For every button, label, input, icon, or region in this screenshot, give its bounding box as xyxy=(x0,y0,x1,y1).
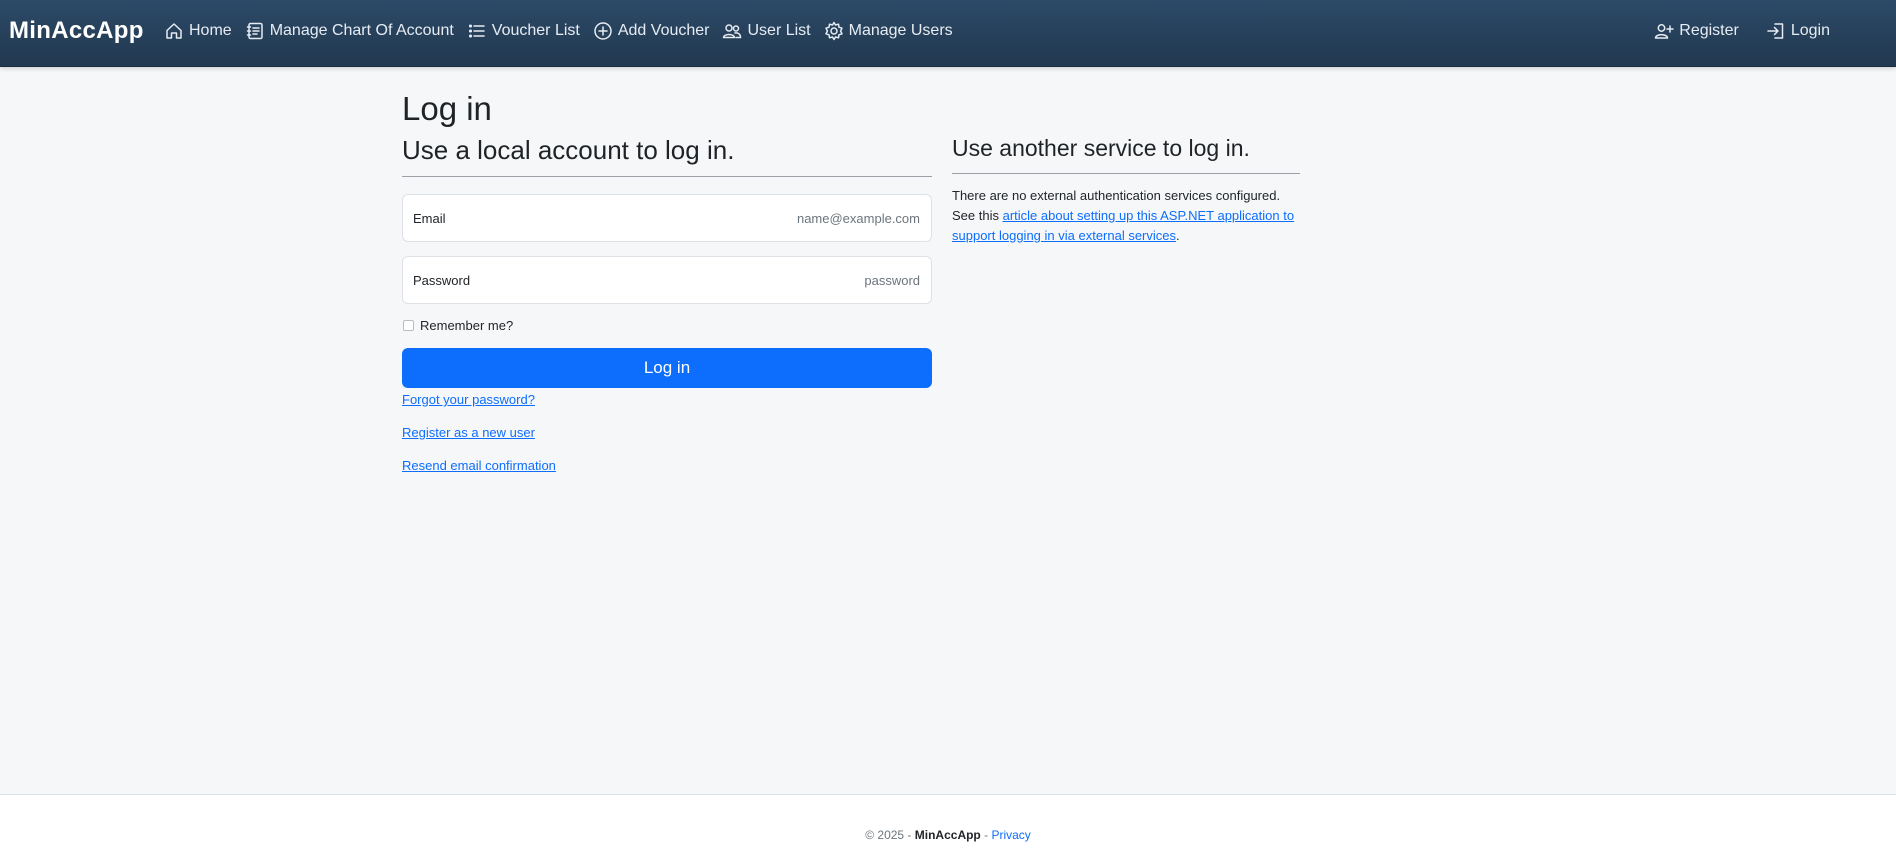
external-info-prefix: See this xyxy=(952,208,1003,223)
nav-manage-users-label: Manage Users xyxy=(848,22,953,39)
local-account-heading: Use a local account to log in. xyxy=(402,135,735,165)
password-label: Password xyxy=(413,272,471,288)
remember-me-row: Remember me? xyxy=(402,318,513,333)
resend-email-confirmation-link[interactable]: Resend email confirmation xyxy=(402,458,556,473)
nav-voucher-list[interactable]: Voucher List xyxy=(467,21,580,41)
nav-add-voucher[interactable]: Add Voucher xyxy=(593,21,710,41)
page-title: Log in xyxy=(402,90,492,127)
box-arrow-in-icon xyxy=(1767,23,1784,39)
forgot-password-link[interactable]: Forgot your password? xyxy=(402,392,535,407)
footer: © 2025 - MinAccApp - Privacy xyxy=(0,794,1896,867)
password-field[interactable]: Password password xyxy=(402,256,932,304)
local-login-section: Use a local account to log in. Email nam… xyxy=(402,135,932,473)
nav-login-label: Login xyxy=(1790,22,1830,39)
remember-me-label[interactable]: Remember me? xyxy=(420,318,513,333)
email-label: Email xyxy=(413,210,446,226)
footer-separator: - xyxy=(980,828,992,842)
external-login-section: Use another service to log in. There are… xyxy=(952,135,1300,246)
footer-copyright: © 2025 - xyxy=(865,828,915,842)
people-icon xyxy=(723,24,742,39)
external-divider xyxy=(952,173,1300,174)
email-field[interactable]: Email name@example.com xyxy=(402,194,932,242)
nav-manage-chart-label: Manage Chart Of Account xyxy=(269,22,454,39)
remember-me-checkbox[interactable] xyxy=(403,320,414,331)
journal-icon xyxy=(246,22,263,40)
plus-circle-icon xyxy=(594,22,612,40)
nav-add-voucher-label: Add Voucher xyxy=(617,22,710,39)
nav-home-label: Home xyxy=(189,22,232,39)
nav-login[interactable]: Login xyxy=(1766,21,1830,41)
nav-register-label: Register xyxy=(1679,22,1739,39)
gear-icon xyxy=(824,21,843,41)
external-info-text: There are no external authentication ser… xyxy=(952,186,1300,246)
brand-logo[interactable]: MinAccApp xyxy=(9,17,144,45)
nav-left-group: Home Manage Chart Of Account Voucher Lis… xyxy=(164,0,966,62)
local-divider xyxy=(402,176,932,177)
nav-manage-users[interactable]: Manage Users xyxy=(824,21,953,41)
external-service-heading: Use another service to log in. xyxy=(952,135,1250,161)
person-plus-icon xyxy=(1655,24,1675,39)
footer-brand: MinAccApp xyxy=(914,828,981,842)
nav-manage-chart-of-account[interactable]: Manage Chart Of Account xyxy=(245,21,454,41)
nav-right-group: Register Login xyxy=(1627,0,1830,62)
nav-register[interactable]: Register xyxy=(1654,21,1739,41)
home-icon xyxy=(166,23,182,39)
external-auth-article-link[interactable]: article about setting up this ASP.NET ap… xyxy=(952,208,1294,243)
email-placeholder: name@example.com xyxy=(796,210,920,226)
footer-text: © 2025 - MinAccApp - Privacy xyxy=(0,828,1896,842)
top-navbar: MinAccApp Home Manage Chart Of Account V… xyxy=(0,0,1896,67)
nav-user-list-label: User List xyxy=(747,22,811,39)
nav-home[interactable]: Home xyxy=(164,21,232,41)
register-new-user-link[interactable]: Register as a new user xyxy=(402,425,535,440)
nav-user-list[interactable]: User List xyxy=(722,21,811,41)
password-placeholder: password xyxy=(864,272,920,288)
external-info-line1: There are no external authentication ser… xyxy=(952,188,1281,203)
login-button[interactable]: Log in xyxy=(402,348,932,388)
footer-privacy-link[interactable]: Privacy xyxy=(991,828,1030,842)
external-info-suffix: . xyxy=(1176,228,1180,243)
nav-voucher-list-label: Voucher List xyxy=(491,22,580,39)
list-icon xyxy=(468,24,485,38)
